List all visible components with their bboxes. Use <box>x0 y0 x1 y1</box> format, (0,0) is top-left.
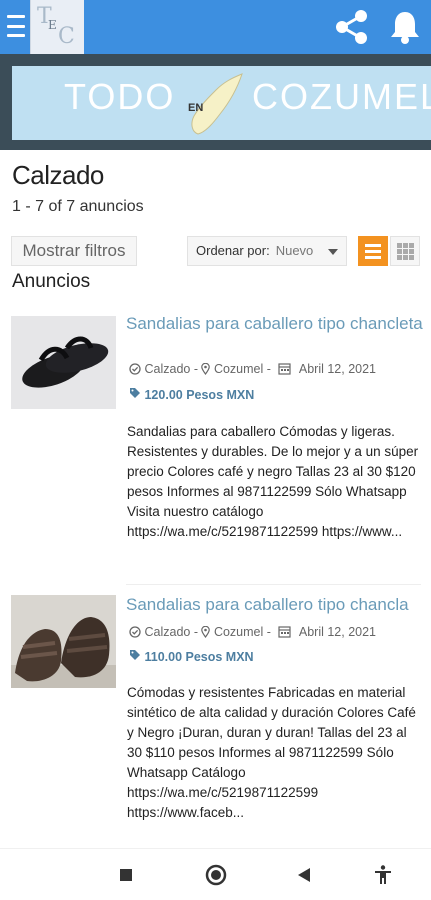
listing-location[interactable]: Cozumel <box>214 362 263 376</box>
calendar-icon <box>278 625 291 641</box>
results-count: 1 - 7 of 7 anuncios <box>12 198 144 215</box>
home-circle-icon[interactable] <box>204 863 228 887</box>
hamburger-menu-icon[interactable] <box>7 15 25 37</box>
cozumel-island-graphic <box>191 73 243 135</box>
chevron-down-icon <box>328 249 338 255</box>
listing-divider <box>126 584 421 585</box>
check-circle-icon <box>129 363 141 378</box>
list-view-icon[interactable] <box>358 236 388 266</box>
listing-price-value: 120.00 Pesos MXN <box>144 388 255 402</box>
logo-letter-c: C <box>58 24 75 49</box>
listing-price: 120.00 Pesos MXN <box>129 387 254 402</box>
calendar-icon <box>278 362 291 378</box>
map-pin-icon <box>201 362 211 378</box>
listing-thumbnail[interactable] <box>11 316 116 409</box>
listing-price-value: 110.00 Pesos MXN <box>144 650 254 664</box>
listing-category[interactable]: Calzado <box>144 625 190 639</box>
listing-title-link[interactable]: Sandalias para caballero tipo chancleta <box>126 314 424 334</box>
site-banner: TODO EN COZUMEL <box>0 54 431 150</box>
listing-category[interactable]: Calzado <box>144 362 190 376</box>
sort-select[interactable]: Ordenar por: Nuevo <box>187 236 347 266</box>
banner-word-cozumel: COZUMEL <box>252 76 431 117</box>
tag-icon <box>129 388 141 402</box>
section-title: Anuncios <box>12 271 91 292</box>
listing-description: Sandalias para caballero Cómodas y liger… <box>127 424 419 539</box>
banner-logo[interactable]: TODO EN COZUMEL <box>12 66 431 140</box>
sort-label: Ordenar por: <box>196 243 270 258</box>
listing-location[interactable]: Cozumel <box>214 625 263 639</box>
banner-word-todo: TODO <box>64 76 176 117</box>
top-app-bar: T E C <box>0 0 431 54</box>
listing-price: 110.00 Pesos MXN <box>129 649 254 664</box>
listing-description: Cómodas y resistentes Fabricadas en mate… <box>127 685 416 820</box>
system-nav-bar <box>0 848 431 900</box>
listing-meta: Calzado - Cozumel - Abril 12, 2021 <box>129 625 376 641</box>
listing-date: Abril 12, 2021 <box>298 362 377 376</box>
bell-icon[interactable] <box>386 8 424 46</box>
listing-date: Abril 12, 2021 <box>298 625 377 639</box>
back-triangle-icon[interactable] <box>292 863 316 887</box>
sort-value: Nuevo <box>275 243 314 258</box>
check-circle-icon <box>129 626 141 641</box>
grid-view-icon[interactable] <box>390 236 420 266</box>
page-title: Calzado <box>12 160 104 190</box>
listing-meta: Calzado - Cozumel - Abril 12, 2021 <box>129 362 376 378</box>
accessibility-icon[interactable] <box>371 863 395 887</box>
recents-square-icon[interactable] <box>114 863 138 887</box>
logo-letter-e: E <box>48 18 57 32</box>
map-pin-icon <box>201 625 211 641</box>
app-logo[interactable]: T E C <box>30 0 84 54</box>
banner-word-en: EN <box>188 102 204 114</box>
listing-title-link[interactable]: Sandalias para caballero tipo chancla <box>126 595 424 615</box>
share-icon[interactable] <box>332 8 372 46</box>
tag-icon <box>129 650 141 664</box>
listing-thumbnail[interactable] <box>11 595 116 688</box>
show-filters-button[interactable]: Mostrar filtros <box>11 236 137 266</box>
